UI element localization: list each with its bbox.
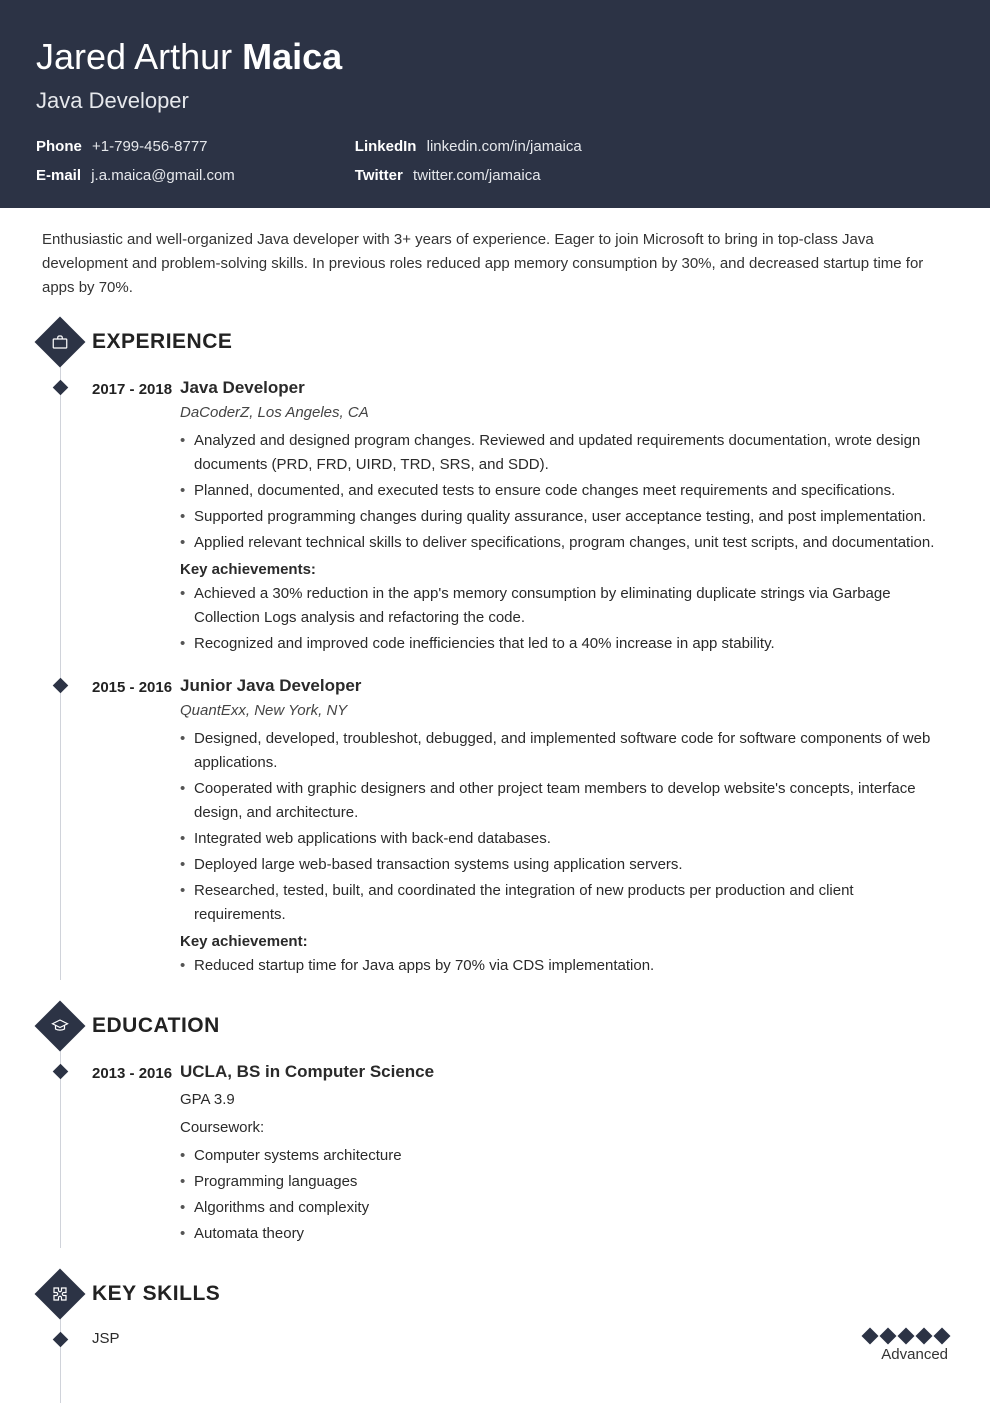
list-item: Recognized and improved code inefficienc… [180,632,948,656]
experience-entry: 2015 - 2016 Junior Java Developer QuantE… [92,676,948,980]
name-last: Maica [242,36,342,77]
skill-entry: JSP Advanced [92,1330,948,1363]
skill-name: JSP [92,1330,864,1347]
skill-rating: Advanced [864,1330,948,1363]
entry-company: DaCoderZ, Los Angeles, CA [180,404,948,421]
person-name: Jared Arthur Maica [36,36,954,78]
education-section: EDUCATION 2013 - 2016 UCLA, BS in Comput… [0,1000,990,1248]
contact-col-right: LinkedIn linkedin.com/in/jamaica Twitter… [355,138,582,184]
phone-value: +1-799-456-8777 [92,138,208,155]
list-item: Integrated web applications with back-en… [180,827,948,851]
experience-section: EXPERIENCE 2017 - 2018 Java Developer Da… [0,316,990,980]
name-first-middle: Jared Arthur [36,36,232,77]
entry-dates: 2015 - 2016 [92,676,180,980]
list-item: Achieved a 30% reduction in the app's me… [180,582,948,630]
entry-title: UCLA, BS in Computer Science [180,1062,948,1082]
education-title: EDUCATION [92,1014,220,1038]
entry-marker-icon [53,1332,69,1348]
entry-marker-icon [53,1064,69,1080]
contact-linkedin: LinkedIn linkedin.com/in/jamaica [355,138,582,155]
resume-header: Jared Arthur Maica Java Developer Phone … [0,0,990,208]
entry-company: QuantExx, New York, NY [180,702,948,719]
email-label: E-mail [36,167,81,184]
contact-col-left: Phone +1-799-456-8777 E-mail j.a.maica@g… [36,138,235,184]
job-title: Java Developer [36,88,954,114]
timeline-line [60,364,61,980]
list-item: Applied relevant technical skills to del… [180,531,948,555]
entry-achievements: Reduced startup time for Java apps by 70… [180,954,948,978]
diamond-icon [862,1328,879,1345]
list-item: Computer systems architecture [180,1144,948,1168]
linkedin-value: linkedin.com/in/jamaica [427,138,582,155]
entry-bullets: Designed, developed, troubleshot, debugg… [180,727,948,927]
entry-body: Java Developer DaCoderZ, Los Angeles, CA… [180,378,948,658]
list-item: Programming languages [180,1170,948,1194]
achievements-label: Key achievement: [180,933,948,950]
entry-achievements: Achieved a 30% reduction in the app's me… [180,582,948,656]
entry-bullets: Analyzed and designed program changes. R… [180,429,948,555]
entry-marker-icon [53,380,69,396]
entry-marker-icon [53,678,69,694]
list-item: Designed, developed, troubleshot, debugg… [180,727,948,775]
experience-header: EXPERIENCE [92,316,948,368]
skills-header: KEY SKILLS [92,1268,948,1320]
list-item: Supported programming changes during qua… [180,505,948,529]
coursework-label: Coursework: [180,1116,948,1140]
list-item: Reduced startup time for Java apps by 70… [180,954,948,978]
diamond-icon [880,1328,897,1345]
gpa-text: GPA 3.9 [180,1088,948,1112]
list-item: Planned, documented, and executed tests … [180,479,948,503]
list-item: Automata theory [180,1222,948,1246]
diamond-icon [934,1328,951,1345]
twitter-label: Twitter [355,167,403,184]
timeline-line [60,1316,61,1403]
achievements-label: Key achievements: [180,561,948,578]
education-header: EDUCATION [92,1000,948,1052]
linkedin-label: LinkedIn [355,138,417,155]
entry-title: Java Developer [180,378,948,398]
twitter-value: twitter.com/jamaica [413,167,541,184]
skill-level: Advanced [864,1346,948,1363]
entry-body: Junior Java Developer QuantExx, New York… [180,676,948,980]
skill-diamonds [864,1330,948,1342]
list-item: Cooperated with graphic designers and ot… [180,777,948,825]
list-item: Deployed large web-based transaction sys… [180,853,948,877]
entry-dates: 2013 - 2016 [92,1062,180,1248]
contact-phone: Phone +1-799-456-8777 [36,138,235,155]
entry-title: Junior Java Developer [180,676,948,696]
contact-email: E-mail j.a.maica@gmail.com [36,167,235,184]
list-item: Analyzed and designed program changes. R… [180,429,948,477]
coursework-list: Computer systems architecture Programmin… [180,1144,948,1246]
experience-entry: 2017 - 2018 Java Developer DaCoderZ, Los… [92,378,948,658]
briefcase-icon [35,317,86,368]
experience-title: EXPERIENCE [92,330,232,354]
list-item: Researched, tested, built, and coordinat… [180,879,948,927]
summary-text: Enthusiastic and well-organized Java dev… [0,208,990,316]
diamond-icon [898,1328,915,1345]
graduation-cap-icon [35,1001,86,1052]
list-item: Algorithms and complexity [180,1196,948,1220]
skills-section: KEY SKILLS JSP Advanced [0,1268,990,1403]
skills-title: KEY SKILLS [92,1282,220,1306]
entry-body: UCLA, BS in Computer Science GPA 3.9 Cou… [180,1062,948,1248]
email-value: j.a.maica@gmail.com [91,167,235,184]
contact-twitter: Twitter twitter.com/jamaica [355,167,582,184]
diamond-icon [916,1328,933,1345]
education-entry: 2013 - 2016 UCLA, BS in Computer Science… [92,1062,948,1248]
puzzle-icon [35,1269,86,1320]
contact-grid: Phone +1-799-456-8777 E-mail j.a.maica@g… [36,138,954,184]
entry-dates: 2017 - 2018 [92,378,180,658]
phone-label: Phone [36,138,82,155]
